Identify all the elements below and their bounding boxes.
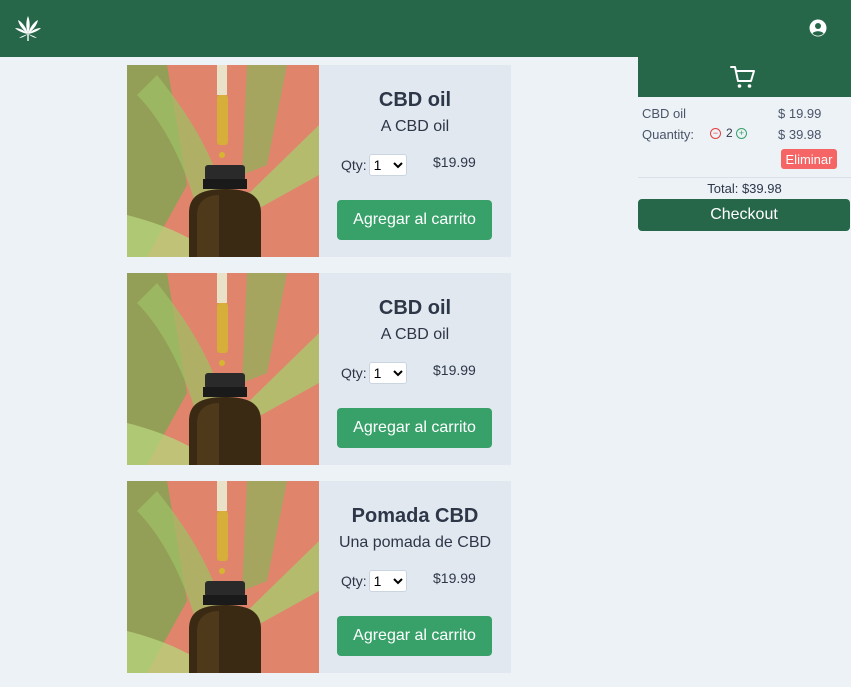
qty-select[interactable]: 1 bbox=[368, 362, 407, 384]
cannabis-leaf-icon[interactable] bbox=[14, 15, 42, 43]
product-description: Una pomada de CBD bbox=[338, 534, 492, 551]
cart-item-unit-price: $ 19.99 bbox=[778, 106, 822, 121]
qty-select[interactable]: 1 bbox=[368, 570, 407, 592]
qty-label: Qty: bbox=[341, 573, 367, 589]
cart-header bbox=[638, 57, 851, 97]
product-image bbox=[127, 273, 319, 465]
product-card: CBD oil A CBD oil Qty: 1 $19.99 Agregar … bbox=[127, 65, 511, 257]
product-info: Pomada CBD Una pomada de CBD Qty: 1 $19.… bbox=[319, 481, 511, 673]
cart-quantity-label: Quantity: bbox=[642, 127, 695, 142]
cart-item-name: CBD oil bbox=[642, 106, 687, 121]
product-card: CBD oil A CBD oil Qty: 1 $19.99 Agregar … bbox=[127, 273, 511, 465]
top-navbar bbox=[0, 0, 851, 57]
remove-item-button[interactable]: Eliminar bbox=[781, 149, 837, 169]
checkout-button[interactable]: Checkout bbox=[638, 199, 850, 231]
shopping-cart-icon[interactable] bbox=[730, 64, 756, 90]
add-to-cart-button[interactable]: Agregar al carrito bbox=[337, 616, 492, 656]
product-card: Pomada CBD Una pomada de CBD Qty: 1 $19.… bbox=[127, 481, 511, 673]
product-info: CBD oil A CBD oil Qty: 1 $19.99 Agregar … bbox=[319, 273, 511, 465]
product-title: CBD oil bbox=[378, 297, 452, 319]
product-image bbox=[127, 481, 319, 673]
cart-quantity-value: 2 bbox=[726, 126, 733, 140]
product-title: CBD oil bbox=[378, 89, 452, 111]
add-to-cart-button[interactable]: Agregar al carrito bbox=[337, 408, 492, 448]
qty-label: Qty: bbox=[341, 157, 367, 173]
quantity-control: Qty: 1 bbox=[341, 570, 407, 592]
cart-item-line-total: $ 39.98 bbox=[778, 127, 822, 142]
user-circle-icon[interactable] bbox=[809, 19, 827, 37]
decrease-quantity-icon[interactable]: − bbox=[710, 128, 721, 139]
increase-quantity-icon[interactable]: + bbox=[736, 128, 747, 139]
product-image bbox=[127, 65, 319, 257]
cart-total: Total: $39.98 bbox=[707, 181, 782, 196]
quantity-control: Qty: 1 bbox=[341, 154, 407, 176]
product-description: A CBD oil bbox=[380, 118, 450, 135]
product-price: $19.99 bbox=[433, 570, 476, 586]
product-info: CBD oil A CBD oil Qty: 1 $19.99 Agregar … bbox=[319, 65, 511, 257]
quantity-control: Qty: 1 bbox=[341, 362, 407, 384]
qty-select[interactable]: 1 bbox=[368, 154, 407, 176]
qty-label: Qty: bbox=[341, 365, 367, 381]
cart-divider bbox=[638, 177, 851, 178]
product-title: Pomada CBD bbox=[351, 505, 479, 527]
add-to-cart-button[interactable]: Agregar al carrito bbox=[337, 200, 492, 240]
product-price: $19.99 bbox=[433, 154, 476, 170]
product-description: A CBD oil bbox=[380, 326, 450, 343]
product-price: $19.99 bbox=[433, 362, 476, 378]
